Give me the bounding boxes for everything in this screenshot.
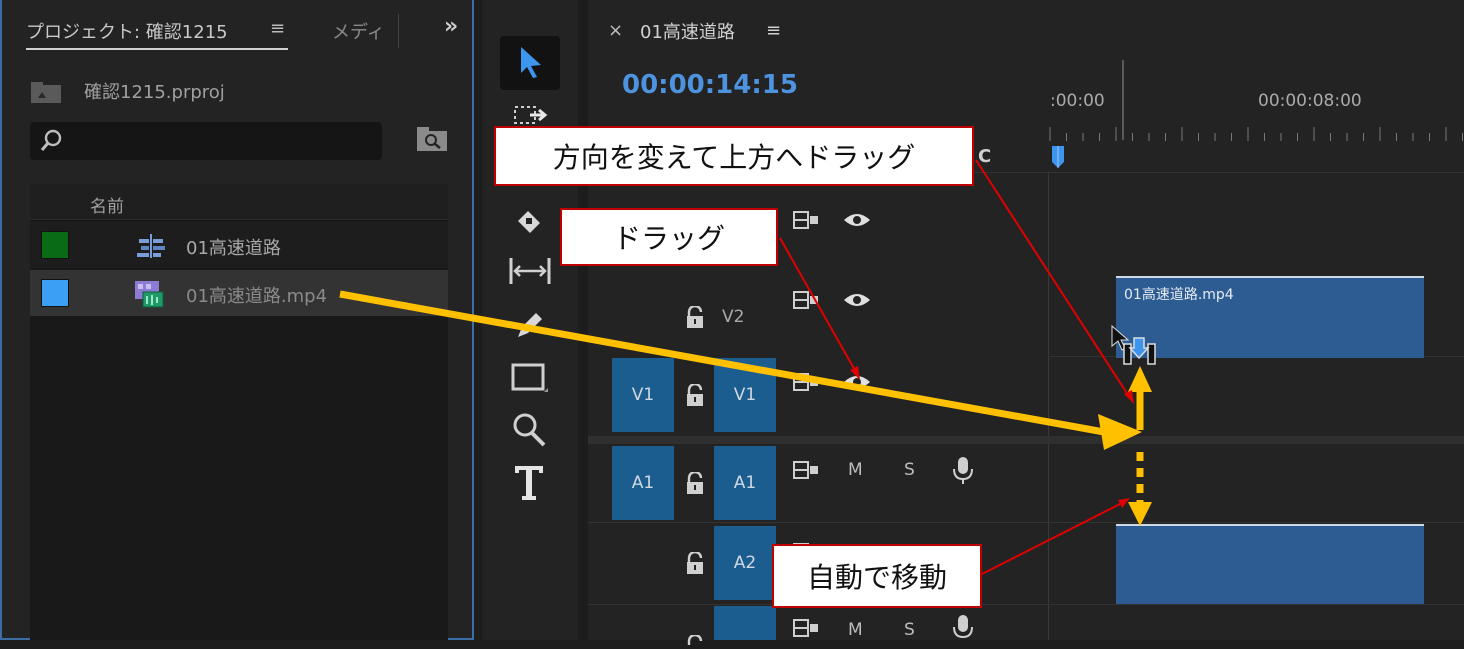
callout-leader-drag bbox=[779, 237, 857, 373]
callout-leader-rotate bbox=[975, 159, 1131, 399]
callout-auto-move: 自動で移動 bbox=[772, 544, 982, 608]
callout-rotate-drag: 方向を変えて上方へドラッグ bbox=[494, 126, 974, 186]
auto-move-arrow-head bbox=[1128, 502, 1152, 526]
drag-arrow-line bbox=[339, 290, 1105, 436]
up-arrow-head bbox=[1128, 366, 1152, 392]
annotation-arrows bbox=[339, 159, 1152, 575]
callout-drag: ドラッグ bbox=[560, 208, 778, 266]
callout-leader-auto bbox=[981, 501, 1125, 575]
drag-arrow-head bbox=[1098, 414, 1142, 450]
